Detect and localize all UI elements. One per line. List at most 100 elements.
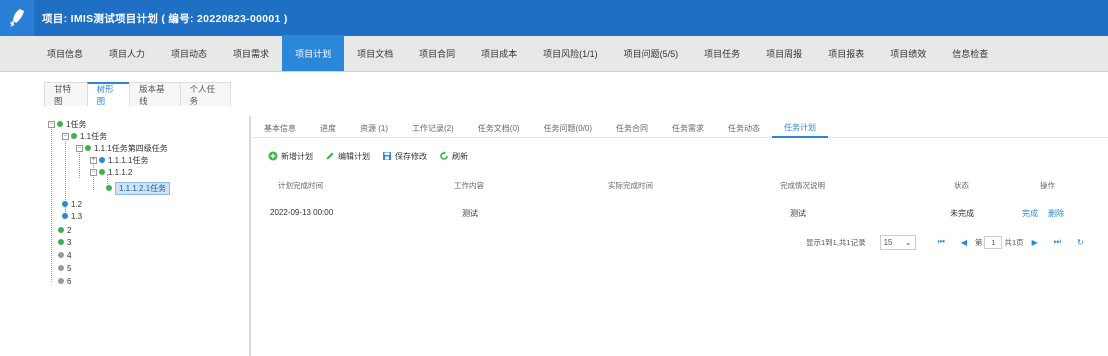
tab-project-risk[interactable]: 项目风险(1/1) (530, 35, 611, 71)
col-status[interactable]: 状态 (954, 180, 969, 191)
tab-project-contract[interactable]: 项目合同 (406, 35, 468, 71)
status-dot-icon (99, 157, 105, 163)
selected-node-label[interactable]: 1.1.1.2.1任务 (115, 181, 171, 195)
tree-node-1-1[interactable]: − 1.1任务 (62, 130, 107, 142)
plan-toolbar: 新增计划 编辑计划 保存修改 刷新 (268, 149, 480, 163)
tab-task-issues[interactable]: 任务问题(0/0) (532, 118, 604, 138)
tab-baseline[interactable]: 版本基线 (129, 82, 181, 106)
tab-project-issues[interactable]: 项目问题(5/5) (611, 35, 692, 71)
status-dot-icon (58, 239, 64, 245)
tab-task-requirements[interactable]: 任务需求 (660, 118, 716, 138)
col-work-content[interactable]: 工作内容 (454, 180, 484, 191)
tab-project-performance[interactable]: 项目绩效 (877, 35, 939, 71)
add-icon (268, 151, 278, 161)
tab-project-weekly[interactable]: 项目周报 (753, 35, 815, 71)
save-changes-button[interactable]: 保存修改 (382, 151, 427, 162)
status-dot-icon (99, 169, 105, 175)
tab-project-staff[interactable]: 项目人力 (96, 35, 158, 71)
collapse-toggle-icon[interactable]: − (90, 168, 97, 176)
view-tab-bar: 甘特图 树形图 版本基线 个人任务 (44, 82, 231, 106)
status-dot-icon (85, 145, 91, 151)
next-page-icon[interactable]: ▶ (1032, 238, 1038, 247)
page-number-input[interactable]: 1 (984, 235, 1003, 249)
tree-node-4[interactable]: 4 (58, 249, 71, 261)
tab-info-check[interactable]: 信息检查 (939, 35, 1001, 71)
tree-node-1[interactable]: − 1任务 (48, 118, 86, 130)
status-dot-icon (71, 133, 77, 139)
col-actual-time[interactable]: 实际完成时间 (608, 180, 653, 191)
main-tab-bar: 项目信息 项目人力 项目动态 项目需求 项目计划 项目文档 项目合同 项目成本 … (0, 35, 1108, 72)
tree-node-1-1-1[interactable]: − 1.1.1任务第四级任务 (76, 142, 168, 154)
tree-node-1-1-1-2[interactable]: − 1.1.1.2 (90, 166, 132, 178)
tab-work-log[interactable]: 工作记录(2) (400, 118, 466, 138)
tab-project-docs[interactable]: 项目文档 (344, 35, 406, 71)
pagination: 显示1到1,共1记录 15 ⌄ ⏮ ◀ 第 1 共1页 ▶ ⏭ ↻ (806, 234, 1092, 250)
tab-task-docs[interactable]: 任务文档(0) (466, 118, 532, 138)
project-title: 项目: IMIS测试项目计划 ( 编号: 20220823-00001 ) (42, 12, 288, 25)
tab-project-reports[interactable]: 项目报表 (815, 35, 877, 71)
edit-plan-button[interactable]: 编辑计划 (325, 151, 370, 162)
tab-task-plan[interactable]: 任务计划 (772, 118, 829, 138)
app-header: 项目: IMIS测试项目计划 ( 编号: 20220823-00001 ) (0, 0, 1108, 36)
tree-node-1-2[interactable]: 1.2 (62, 198, 82, 210)
plan-table-header: 计划完成时间 工作内容 实际完成时间 完成情况说明 状态 操作 (262, 180, 1096, 194)
tab-task-activity[interactable]: 任务动态 (716, 118, 772, 138)
reload-icon[interactable]: ↻ (1077, 238, 1084, 247)
tab-project-activity[interactable]: 项目动态 (158, 35, 220, 71)
tab-project-tasks[interactable]: 项目任务 (691, 35, 753, 71)
first-page-icon[interactable]: ⏮ (938, 237, 945, 247)
tree-node-1-3[interactable]: 1.3 (62, 210, 82, 222)
tab-resources[interactable]: 资源 (1) (348, 118, 400, 138)
tab-task-contract[interactable]: 任务合同 (604, 118, 660, 138)
prev-page-icon[interactable]: ◀ (961, 238, 967, 247)
table-row[interactable]: 2022-09-13 00:00 测试 测试 未完成 完成 删除 (262, 208, 1096, 222)
collapse-toggle-icon[interactable]: − (62, 132, 69, 140)
tab-project-requirements[interactable]: 项目需求 (220, 35, 282, 71)
rocket-logo-icon[interactable] (0, 0, 34, 36)
tab-progress[interactable]: 进度 (308, 118, 348, 138)
status-dot-icon (106, 185, 112, 191)
refresh-icon (440, 151, 448, 160)
tree-node-6[interactable]: 6 (58, 275, 71, 287)
status-dot-icon (58, 265, 64, 271)
status-dot-icon (58, 252, 64, 258)
planned-time-cell: 2022-09-13 00:00 (270, 208, 334, 217)
collapse-toggle-icon[interactable]: − (48, 120, 55, 128)
col-completion-note[interactable]: 完成情况说明 (780, 180, 825, 191)
add-plan-button[interactable]: 新增计划 (268, 151, 313, 162)
tab-gantt[interactable]: 甘特图 (44, 82, 88, 106)
tree-node-1-1-1-2-1[interactable]: 1.1.1.2.1任务 (106, 181, 171, 195)
pencil-icon (326, 152, 334, 160)
status-dot-icon (57, 121, 63, 127)
tree-node-3[interactable]: 3 (58, 236, 71, 248)
delete-link[interactable]: 删除 (1048, 208, 1064, 219)
page-size-select[interactable]: 15 ⌄ (879, 234, 916, 250)
note-cell: 测试 (790, 209, 806, 218)
tree-node-5[interactable]: 5 (58, 262, 71, 274)
expand-toggle-icon[interactable]: + (90, 156, 97, 164)
tab-project-plan[interactable]: 项目计划 (282, 35, 345, 71)
refresh-button[interactable]: 刷新 (439, 151, 468, 162)
col-planned-time[interactable]: 计划完成时间 (278, 180, 323, 191)
tab-basic-info[interactable]: 基本信息 (252, 118, 308, 138)
tab-tree-view[interactable]: 树形图 (86, 82, 131, 106)
tree-node-1-1-1-1[interactable]: + 1.1.1.1任务 (90, 154, 148, 166)
last-page-icon[interactable]: ⏭ (1054, 237, 1061, 247)
content-cell: 测试 (462, 209, 478, 218)
tree-node-2[interactable]: 2 (58, 224, 71, 236)
tree-connector (79, 150, 80, 178)
panel-divider[interactable] (249, 116, 251, 356)
col-actions: 操作 (1040, 181, 1055, 190)
tab-project-info[interactable]: 项目信息 (34, 35, 96, 71)
status-dot-icon (62, 201, 68, 207)
save-icon (383, 152, 391, 160)
tab-project-cost[interactable]: 项目成本 (468, 35, 530, 71)
status-dot-icon (58, 227, 64, 233)
chevron-down-icon: ⌄ (904, 237, 912, 247)
status-dot-icon (62, 213, 68, 219)
status-cell: 未完成 (950, 209, 974, 218)
task-tree: − 1任务 − 1.1任务 − 1.1.1任务第四级任务 + 1.1.1.1任务… (44, 112, 244, 302)
complete-link[interactable]: 完成 (1022, 208, 1038, 219)
collapse-toggle-icon[interactable]: − (76, 144, 83, 152)
tab-personal-tasks[interactable]: 个人任务 (179, 82, 231, 106)
